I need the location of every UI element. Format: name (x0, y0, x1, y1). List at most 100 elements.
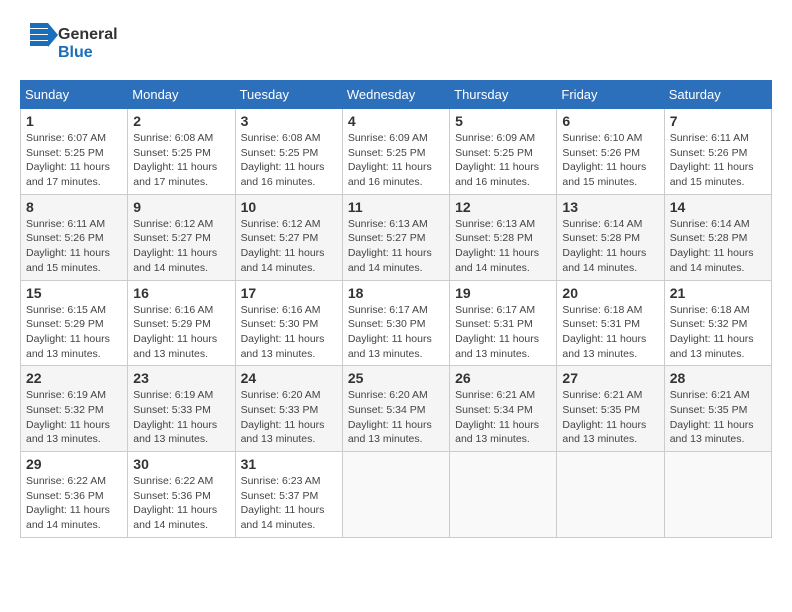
calendar-cell: 29 Sunrise: 6:22 AM Sunset: 5:36 PM Dayli… (21, 452, 128, 538)
day-number: 2 (133, 113, 229, 129)
logo-svg: General Blue (20, 15, 150, 70)
day-info: Sunrise: 6:09 AM Sunset: 5:25 PM Dayligh… (348, 131, 444, 190)
day-number: 16 (133, 285, 229, 301)
day-number: 10 (241, 199, 337, 215)
day-number: 20 (562, 285, 658, 301)
calendar-cell (450, 452, 557, 538)
calendar-week-4: 22Sunrise: 6:19 AM Sunset: 5:32 PM Dayli… (21, 366, 772, 452)
day-number: 25 (348, 370, 444, 386)
day-info: Sunrise: 6:10 AM Sunset: 5:26 PM Dayligh… (562, 131, 658, 190)
day-number: 26 (455, 370, 551, 386)
calendar-week-3: 15 Sunrise: 6:15 AM Sunset: 5:29 PM Dayli… (21, 280, 772, 366)
day-number: 22 (26, 370, 122, 386)
calendar-cell: 8 Sunrise: 6:11 AM Sunset: 5:26 PM Daylig… (21, 194, 128, 280)
day-info: Sunrise: 6:09 AM Sunset: 5:25 PM Dayligh… (455, 131, 551, 190)
day-number: 6 (562, 113, 658, 129)
calendar-cell: 1 Sunrise: 6:07 AM Sunset: 5:25 PM Daylig… (21, 109, 128, 195)
weekday-friday: Friday (557, 81, 664, 109)
day-number: 4 (348, 113, 444, 129)
day-info: Sunrise: 6:13 AM Sunset: 5:28 PM Dayligh… (455, 217, 551, 276)
calendar-cell: 4 Sunrise: 6:09 AM Sunset: 5:25 PM Daylig… (342, 109, 449, 195)
calendar-cell: 7 Sunrise: 6:11 AM Sunset: 5:26 PM Daylig… (664, 109, 771, 195)
logo: General Blue (20, 15, 150, 70)
weekday-saturday: Saturday (664, 81, 771, 109)
weekday-monday: Monday (128, 81, 235, 109)
day-number: 31 (241, 456, 337, 472)
day-info: Sunrise: 6:08 AM Sunset: 5:25 PM Dayligh… (241, 131, 337, 190)
day-info: Sunrise: 6:17 AM Sunset: 5:31 PM Dayligh… (455, 303, 551, 362)
day-number: 29 (26, 456, 122, 472)
day-info: Sunrise: 6:21 AM Sunset: 5:35 PM Dayligh… (562, 388, 658, 447)
day-number: 11 (348, 199, 444, 215)
calendar-cell: 26 Sunrise: 6:21 AM Sunset: 5:34 PM Dayli… (450, 366, 557, 452)
calendar-cell: 25 Sunrise: 6:20 AM Sunset: 5:34 PM Dayli… (342, 366, 449, 452)
weekday-wednesday: Wednesday (342, 81, 449, 109)
day-number: 5 (455, 113, 551, 129)
weekday-header-row: SundayMondayTuesdayWednesdayThursdayFrid… (21, 81, 772, 109)
calendar-cell: 2 Sunrise: 6:08 AM Sunset: 5:25 PM Daylig… (128, 109, 235, 195)
calendar-body: 1 Sunrise: 6:07 AM Sunset: 5:25 PM Daylig… (21, 109, 772, 538)
calendar-cell: 12Sunrise: 6:13 AM Sunset: 5:28 PM Dayli… (450, 194, 557, 280)
day-info: Sunrise: 6:19 AM Sunset: 5:33 PM Dayligh… (133, 388, 229, 447)
day-info: Sunrise: 6:17 AM Sunset: 5:30 PM Dayligh… (348, 303, 444, 362)
day-info: Sunrise: 6:18 AM Sunset: 5:31 PM Dayligh… (562, 303, 658, 362)
calendar-cell: 28Sunrise: 6:21 AM Sunset: 5:35 PM Dayli… (664, 366, 771, 452)
calendar-cell (664, 452, 771, 538)
svg-text:Blue: Blue (58, 44, 93, 61)
calendar-cell: 6 Sunrise: 6:10 AM Sunset: 5:26 PM Daylig… (557, 109, 664, 195)
day-info: Sunrise: 6:21 AM Sunset: 5:34 PM Dayligh… (455, 388, 551, 447)
calendar-week-1: 1 Sunrise: 6:07 AM Sunset: 5:25 PM Daylig… (21, 109, 772, 195)
day-number: 24 (241, 370, 337, 386)
day-info: Sunrise: 6:14 AM Sunset: 5:28 PM Dayligh… (562, 217, 658, 276)
day-info: Sunrise: 6:22 AM Sunset: 5:36 PM Dayligh… (133, 474, 229, 533)
day-info: Sunrise: 6:12 AM Sunset: 5:27 PM Dayligh… (241, 217, 337, 276)
day-info: Sunrise: 6:23 AM Sunset: 5:37 PM Dayligh… (241, 474, 337, 533)
svg-text:General: General (58, 26, 118, 43)
calendar-cell: 13Sunrise: 6:14 AM Sunset: 5:28 PM Dayli… (557, 194, 664, 280)
day-info: Sunrise: 6:15 AM Sunset: 5:29 PM Dayligh… (26, 303, 122, 362)
calendar-cell: 20 Sunrise: 6:18 AM Sunset: 5:31 PM Dayli… (557, 280, 664, 366)
day-info: Sunrise: 6:11 AM Sunset: 5:26 PM Dayligh… (26, 217, 122, 276)
header: General Blue (20, 15, 772, 70)
day-number: 30 (133, 456, 229, 472)
calendar-cell: 3 Sunrise: 6:08 AM Sunset: 5:25 PM Daylig… (235, 109, 342, 195)
day-info: Sunrise: 6:20 AM Sunset: 5:34 PM Dayligh… (348, 388, 444, 447)
day-info: Sunrise: 6:16 AM Sunset: 5:29 PM Dayligh… (133, 303, 229, 362)
day-info: Sunrise: 6:07 AM Sunset: 5:25 PM Dayligh… (26, 131, 122, 190)
day-number: 7 (670, 113, 766, 129)
calendar-cell: 31 Sunrise: 6:23 AM Sunset: 5:37 PM Dayli… (235, 452, 342, 538)
day-number: 18 (348, 285, 444, 301)
calendar-cell: 22Sunrise: 6:19 AM Sunset: 5:32 PM Dayli… (21, 366, 128, 452)
day-number: 1 (26, 113, 122, 129)
calendar-cell: 23 Sunrise: 6:19 AM Sunset: 5:33 PM Dayli… (128, 366, 235, 452)
calendar-week-2: 8 Sunrise: 6:11 AM Sunset: 5:26 PM Daylig… (21, 194, 772, 280)
calendar-table: SundayMondayTuesdayWednesdayThursdayFrid… (20, 80, 772, 538)
day-info: Sunrise: 6:16 AM Sunset: 5:30 PM Dayligh… (241, 303, 337, 362)
day-number: 27 (562, 370, 658, 386)
calendar-cell: 24Sunrise: 6:20 AM Sunset: 5:33 PM Dayli… (235, 366, 342, 452)
day-number: 28 (670, 370, 766, 386)
day-info: Sunrise: 6:13 AM Sunset: 5:27 PM Dayligh… (348, 217, 444, 276)
weekday-tuesday: Tuesday (235, 81, 342, 109)
day-number: 9 (133, 199, 229, 215)
calendar-cell: 11 Sunrise: 6:13 AM Sunset: 5:27 PM Dayli… (342, 194, 449, 280)
day-number: 19 (455, 285, 551, 301)
day-number: 8 (26, 199, 122, 215)
day-info: Sunrise: 6:14 AM Sunset: 5:28 PM Dayligh… (670, 217, 766, 276)
calendar-cell: 17Sunrise: 6:16 AM Sunset: 5:30 PM Dayli… (235, 280, 342, 366)
calendar-cell: 27 Sunrise: 6:21 AM Sunset: 5:35 PM Dayli… (557, 366, 664, 452)
calendar-cell: 16 Sunrise: 6:16 AM Sunset: 5:29 PM Dayli… (128, 280, 235, 366)
calendar-cell: 19 Sunrise: 6:17 AM Sunset: 5:31 PM Dayli… (450, 280, 557, 366)
day-info: Sunrise: 6:11 AM Sunset: 5:26 PM Dayligh… (670, 131, 766, 190)
calendar-cell (557, 452, 664, 538)
weekday-thursday: Thursday (450, 81, 557, 109)
day-number: 15 (26, 285, 122, 301)
day-number: 3 (241, 113, 337, 129)
weekday-sunday: Sunday (21, 81, 128, 109)
day-info: Sunrise: 6:08 AM Sunset: 5:25 PM Dayligh… (133, 131, 229, 190)
day-number: 14 (670, 199, 766, 215)
day-info: Sunrise: 6:22 AM Sunset: 5:36 PM Dayligh… (26, 474, 122, 533)
calendar-week-5: 29 Sunrise: 6:22 AM Sunset: 5:36 PM Dayli… (21, 452, 772, 538)
calendar-cell: 5 Sunrise: 6:09 AM Sunset: 5:25 PM Daylig… (450, 109, 557, 195)
day-number: 23 (133, 370, 229, 386)
